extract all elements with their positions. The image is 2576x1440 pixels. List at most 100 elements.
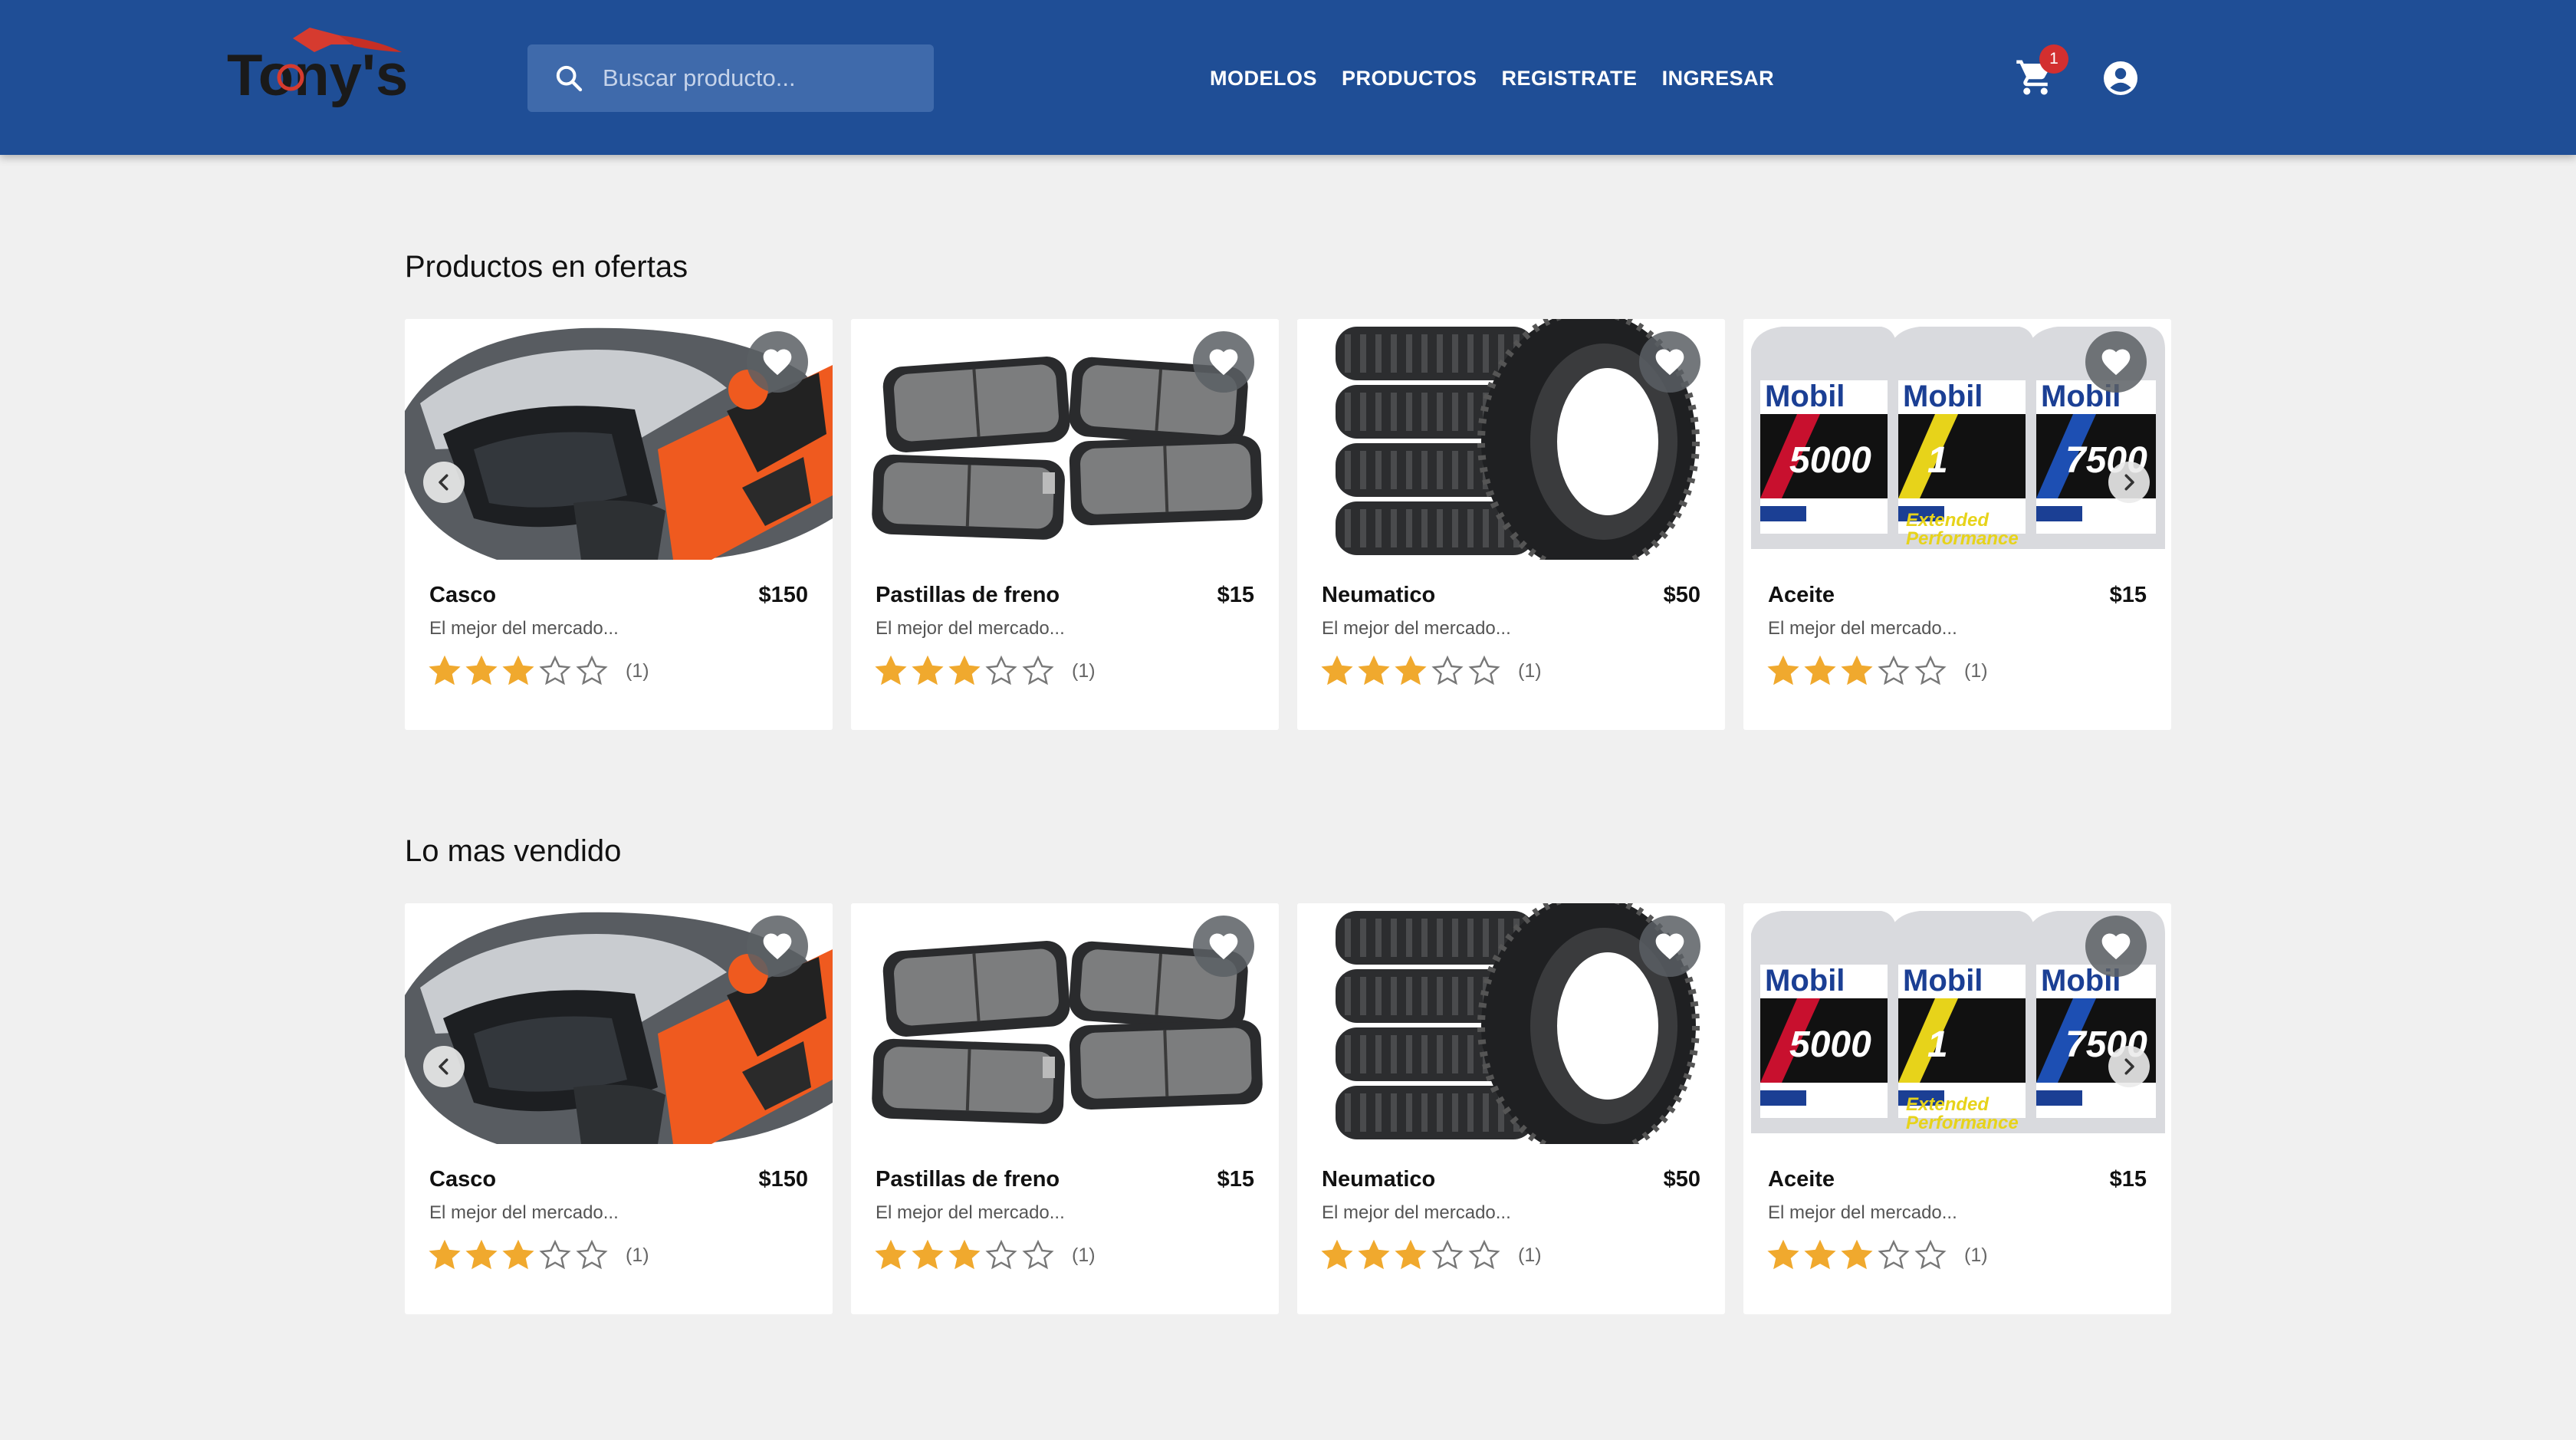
star-empty-icon[interactable]: [1431, 1238, 1464, 1272]
chevron-left-icon: [439, 1058, 449, 1075]
rating-stars[interactable]: (1): [1766, 1238, 1988, 1273]
section-title-ofertas: Productos en ofertas: [405, 250, 688, 284]
nav-productos[interactable]: PRODUCTOS: [1342, 60, 1477, 97]
star-filled-icon[interactable]: [948, 654, 981, 688]
star-filled-icon[interactable]: [948, 1238, 981, 1272]
star-filled-icon[interactable]: [465, 1238, 498, 1272]
product-description: El mejor del mercado...: [876, 618, 1065, 639]
rating-stars[interactable]: (1): [874, 653, 1096, 689]
product-name: Pastillas de freno: [876, 583, 1060, 607]
rating-stars[interactable]: (1): [1320, 1238, 1542, 1273]
svg-text:Extended: Extended: [1906, 1094, 1990, 1115]
carousel-next-button[interactable]: [2108, 1046, 2150, 1087]
heart-icon: [1655, 933, 1684, 960]
favorite-button[interactable]: [1639, 916, 1700, 977]
product-description: El mejor del mercado...: [429, 1202, 619, 1223]
chevron-right-icon: [2124, 474, 2134, 491]
star-filled-icon[interactable]: [428, 1238, 462, 1272]
star-empty-icon[interactable]: [984, 1238, 1018, 1272]
carousel-prev-button[interactable]: [423, 1046, 465, 1087]
star-filled-icon[interactable]: [1803, 654, 1837, 688]
star-empty-icon[interactable]: [1467, 654, 1501, 688]
star-filled-icon[interactable]: [1320, 1238, 1354, 1272]
star-filled-icon[interactable]: [465, 654, 498, 688]
star-empty-icon[interactable]: [1877, 1238, 1911, 1272]
rating-stars[interactable]: (1): [1320, 653, 1542, 689]
star-empty-icon[interactable]: [538, 654, 572, 688]
rating-stars[interactable]: (1): [428, 1238, 649, 1273]
rating-count: (1): [1964, 659, 1988, 682]
star-empty-icon[interactable]: [984, 654, 1018, 688]
star-empty-icon[interactable]: [1914, 1238, 1947, 1272]
star-empty-icon[interactable]: [1021, 1238, 1055, 1272]
star-filled-icon[interactable]: [874, 654, 908, 688]
product-name: Aceite: [1768, 583, 1835, 607]
nav-modelos[interactable]: MODELOS: [1210, 60, 1317, 97]
carousel-next-button[interactable]: [2108, 462, 2150, 503]
favorite-button[interactable]: [1193, 331, 1254, 393]
star-filled-icon[interactable]: [911, 1238, 945, 1272]
svg-text:5000: 5000: [1789, 440, 1871, 481]
account-button[interactable]: [2102, 60, 2139, 97]
search-bar[interactable]: [527, 44, 934, 112]
chevron-right-icon: [2124, 1058, 2134, 1075]
main-menu: MODELOS PRODUCTOS REGISTRATE INGRESAR: [1210, 60, 1774, 97]
rating-count: (1): [1964, 1244, 1988, 1266]
product-description: El mejor del mercado...: [876, 1202, 1065, 1223]
star-filled-icon[interactable]: [874, 1238, 908, 1272]
star-empty-icon[interactable]: [1431, 654, 1464, 688]
star-empty-icon[interactable]: [575, 654, 609, 688]
star-filled-icon[interactable]: [428, 654, 462, 688]
star-filled-icon[interactable]: [1357, 654, 1391, 688]
star-filled-icon[interactable]: [1357, 1238, 1391, 1272]
star-empty-icon[interactable]: [1021, 654, 1055, 688]
favorite-button[interactable]: [1193, 916, 1254, 977]
favorite-button[interactable]: [1639, 331, 1700, 393]
rating-stars[interactable]: (1): [1766, 653, 1988, 689]
star-filled-icon[interactable]: [501, 654, 535, 688]
star-empty-icon[interactable]: [1467, 1238, 1501, 1272]
search-input[interactable]: [603, 44, 934, 112]
product-card[interactable]: Pastillas de freno $15 El mejor del mercad…: [851, 319, 1279, 730]
product-description: El mejor del mercado...: [1768, 618, 1957, 639]
star-filled-icon[interactable]: [911, 654, 945, 688]
product-card[interactable]: Mobil 5000 Mobil 1 Mobil 7500 Extended Performa…: [1743, 319, 2171, 730]
star-empty-icon[interactable]: [1914, 654, 1947, 688]
product-price: $150: [758, 583, 808, 607]
carousel-prev-button[interactable]: [423, 462, 465, 503]
star-empty-icon[interactable]: [1877, 654, 1911, 688]
product-card[interactable]: Pastillas de freno $15 El mejor del mercad…: [851, 903, 1279, 1314]
star-filled-icon[interactable]: [1320, 654, 1354, 688]
nav-registrate[interactable]: REGISTRATE: [1502, 60, 1638, 97]
svg-text:Mobil: Mobil: [1903, 964, 1983, 998]
product-name: Aceite: [1768, 1167, 1835, 1192]
product-description: El mejor del mercado...: [1322, 618, 1511, 639]
product-card[interactable]: Casco $150 El mejor del mercado... (1): [405, 319, 833, 730]
product-price: $15: [1217, 583, 1254, 607]
star-filled-icon[interactable]: [1766, 654, 1800, 688]
favorite-button[interactable]: [2085, 916, 2147, 977]
star-filled-icon[interactable]: [501, 1238, 535, 1272]
star-filled-icon[interactable]: [1394, 654, 1428, 688]
star-filled-icon[interactable]: [1766, 1238, 1800, 1272]
product-card[interactable]: Mobil 5000 Mobil 1 Mobil 7500 Extended Performa…: [1743, 903, 2171, 1314]
product-card[interactable]: Neumatico $50 El mejor del mercado... (1): [1297, 319, 1725, 730]
product-description: El mejor del mercado...: [1322, 1202, 1511, 1223]
rating-stars[interactable]: (1): [428, 653, 649, 689]
star-empty-icon[interactable]: [575, 1238, 609, 1272]
star-empty-icon[interactable]: [538, 1238, 572, 1272]
rating-count: (1): [1518, 659, 1542, 682]
star-filled-icon[interactable]: [1840, 1238, 1874, 1272]
product-card[interactable]: Casco $150 El mejor del mercado... (1): [405, 903, 833, 1314]
section-title-mas-vendido: Lo mas vendido: [405, 834, 622, 868]
nav-ingresar[interactable]: INGRESAR: [1662, 60, 1775, 97]
rating-stars[interactable]: (1): [874, 1238, 1096, 1273]
brand-logo[interactable]: Tony's: [224, 21, 469, 113]
star-filled-icon[interactable]: [1840, 654, 1874, 688]
favorite-button[interactable]: [747, 916, 808, 977]
favorite-button[interactable]: [2085, 331, 2147, 393]
product-card[interactable]: Neumatico $50 El mejor del mercado... (1): [1297, 903, 1725, 1314]
star-filled-icon[interactable]: [1803, 1238, 1837, 1272]
star-filled-icon[interactable]: [1394, 1238, 1428, 1272]
favorite-button[interactable]: [747, 331, 808, 393]
